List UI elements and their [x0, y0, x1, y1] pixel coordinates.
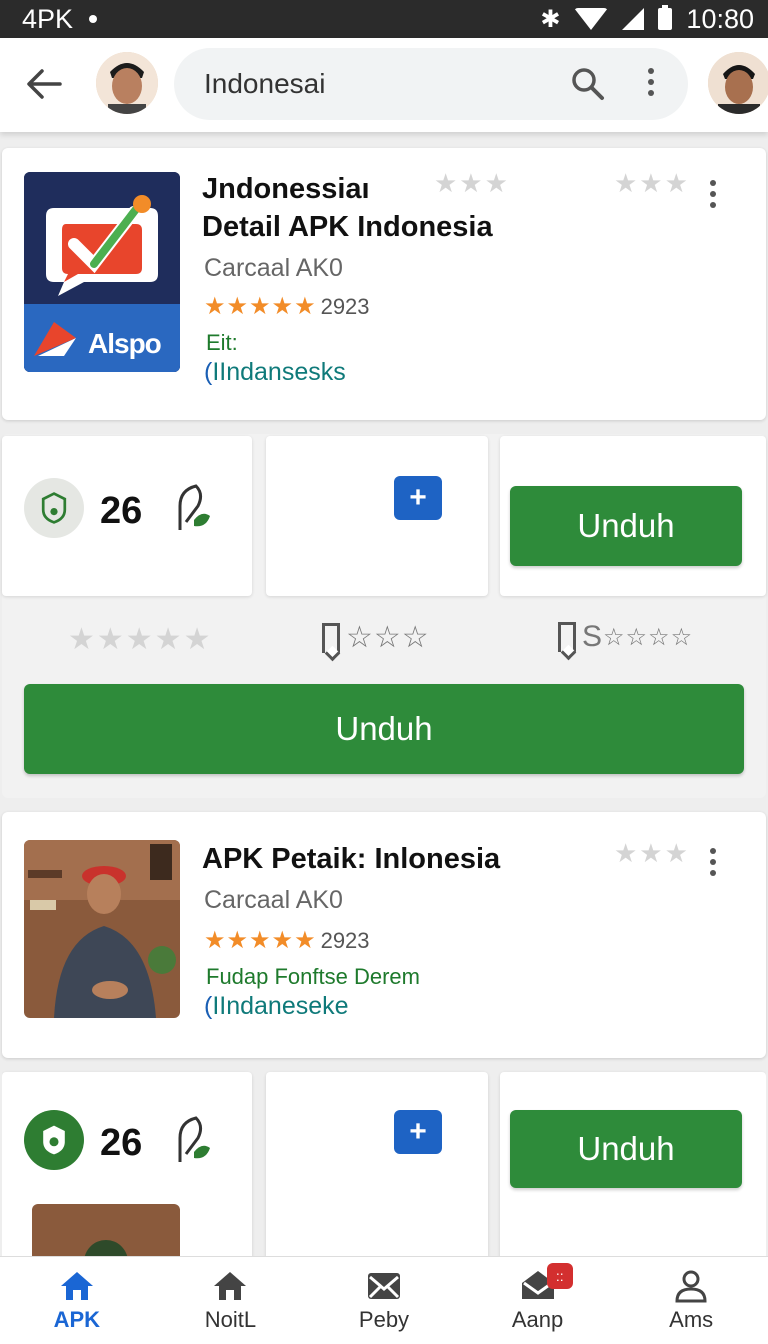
rating-stars: ★★★★★: [204, 927, 317, 954]
nav-label: Aanp: [511, 1306, 564, 1332]
bookmark-icon[interactable]: [322, 622, 340, 653]
bluetooth-icon: ✱: [540, 5, 561, 33]
app-icon-label: Alspo: [88, 328, 162, 359]
leaf-icon: [178, 1116, 210, 1162]
wifi-icon: [574, 8, 609, 30]
rating-count: 2923: [320, 927, 370, 953]
house-icon: [214, 1271, 247, 1300]
nav-label: Ams: [669, 1306, 714, 1332]
clock: 10:80: [686, 3, 754, 34]
notification-badge: ::: [546, 1263, 573, 1289]
add-button[interactable]: +: [394, 476, 442, 520]
signal-icon: [622, 8, 645, 30]
bookmark-icon[interactable]: [558, 622, 576, 652]
shield-badge-icon: [24, 1110, 84, 1170]
app-subtitle-title: Detail APK Indonesia: [202, 211, 493, 243]
app-title: Jndonessiaı: [202, 173, 370, 205]
shield-badge-icon: [24, 478, 84, 538]
download-full-button[interactable]: Unduh: [24, 684, 744, 774]
app-card[interactable]: Alspo Jndonessiaı Detail APK Indonesia ★…: [2, 148, 766, 420]
rating-placeholder: ★★★: [434, 168, 510, 198]
card-menu-icon[interactable]: [710, 180, 718, 208]
app-thumbnail[interactable]: [32, 1204, 180, 1256]
add-panel: +: [266, 436, 488, 596]
wishlist-rating[interactable]: ☆☆☆: [322, 620, 430, 655]
rating: ★★★★★ 2923: [204, 926, 370, 955]
mail-icon: [367, 1272, 400, 1299]
developer-name: Carcaal AK0: [204, 254, 343, 282]
home-icon: [60, 1271, 93, 1300]
add-panel: +: [266, 1072, 488, 1256]
add-button[interactable]: +: [394, 1110, 442, 1154]
download-section: 26 + Unduh ★★★★★ ☆☆☆ S ☆☆☆☆ Unduh: [2, 434, 766, 798]
rating-stars: ★★★★★: [204, 293, 317, 320]
nav-peby[interactable]: Peby: [307, 1257, 461, 1344]
download-section: 26 + Unduh: [2, 1070, 766, 1256]
nav-notif[interactable]: NoitL: [154, 1257, 308, 1344]
download-button[interactable]: Unduh: [510, 486, 742, 566]
app-card[interactable]: APK Petaik: Inlonesia ★★★ Carcaal AK0 ★★…: [2, 812, 766, 1058]
person-icon: [675, 1270, 707, 1302]
nav-ams[interactable]: Ams: [614, 1257, 768, 1344]
nav-label: NoitL: [204, 1306, 257, 1332]
region-link[interactable]: IIndansesks: [204, 358, 345, 387]
back-arrow-icon[interactable]: [24, 64, 64, 104]
app-thumbnail[interactable]: [24, 840, 180, 1018]
version-count: 26: [100, 490, 143, 532]
save-label: S: [582, 620, 604, 653]
category-tag: Eit:: [206, 330, 238, 355]
download-panel: Unduh: [500, 436, 766, 596]
stats-panel: 26: [2, 436, 252, 596]
search-input[interactable]: Indonesai: [204, 68, 325, 100]
rating-empty-stars: ★★★★★: [68, 623, 213, 656]
more-options-icon[interactable]: [648, 68, 656, 96]
nav-label: APK: [53, 1306, 101, 1332]
rating: ★★★★★ 2923: [204, 292, 370, 321]
rating-placeholder: ★★★: [614, 838, 690, 868]
status-bar: 4PK ✱ 10:80: [0, 0, 768, 38]
category-tag: Fudap Fonftse Derem: [206, 964, 420, 989]
nav-aanp[interactable]: :: Aanp: [461, 1257, 615, 1344]
leaf-icon: [178, 484, 210, 530]
user-avatar[interactable]: [96, 52, 158, 114]
version-count: 26: [100, 1122, 143, 1164]
carrier-label: 4PK: [22, 3, 74, 34]
card-menu-icon[interactable]: [710, 848, 718, 876]
stats-panel: 26: [2, 1072, 252, 1256]
search-bar[interactable]: Indonesai: [174, 48, 688, 120]
app-title: APK Petaik: Inlonesia: [202, 843, 501, 875]
nav-label: Peby: [358, 1306, 410, 1332]
rating-count: 2923: [320, 293, 370, 319]
developer-name: Carcaal AK0: [204, 886, 343, 914]
profile-avatar[interactable]: [708, 52, 768, 114]
download-panel: Unduh: [500, 1072, 766, 1256]
notification-dot: [89, 15, 98, 23]
nav-apk[interactable]: APK: [0, 1257, 154, 1344]
search-icon[interactable]: [570, 66, 606, 102]
battery-icon: [658, 5, 673, 30]
bottom-navigation: APK NoitL Peby :: Aanp Ams: [0, 1256, 768, 1344]
rating-placeholder: ★★★: [614, 168, 690, 198]
region-link[interactable]: IIndaneseke: [204, 992, 348, 1021]
download-button[interactable]: Unduh: [510, 1110, 742, 1188]
app-icon[interactable]: Alspo: [24, 172, 180, 372]
top-app-bar: Indonesai: [0, 38, 768, 132]
save-rating[interactable]: S ☆☆☆☆: [558, 620, 693, 654]
